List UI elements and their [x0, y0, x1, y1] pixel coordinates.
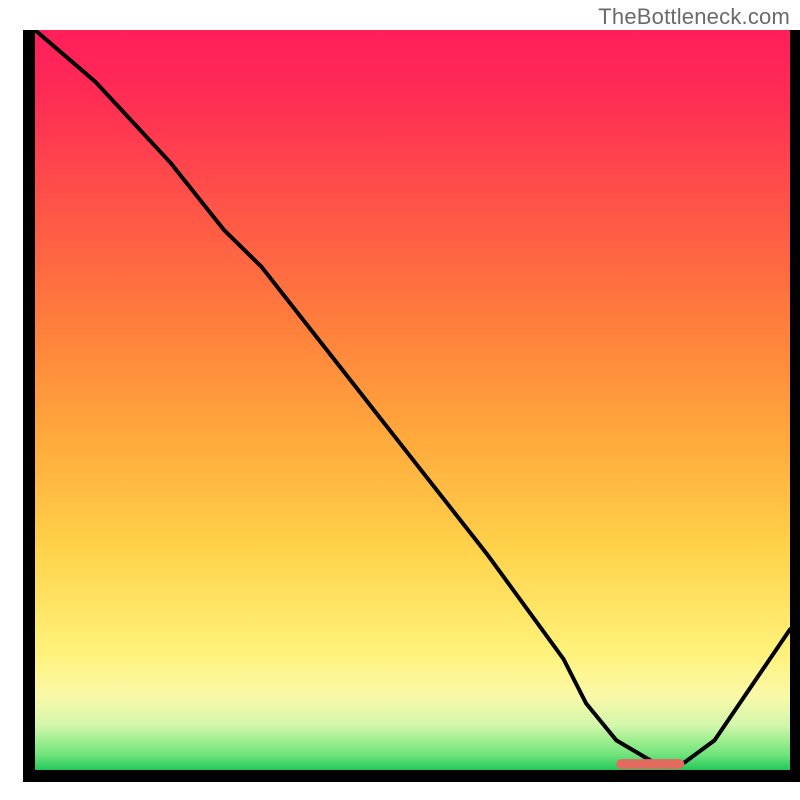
optimal-range-marker	[616, 759, 684, 769]
plot-area	[35, 30, 790, 770]
chart-canvas: TheBottleneck.com	[0, 0, 800, 800]
axis-frame-left	[23, 30, 35, 782]
watermark-text: TheBottleneck.com	[598, 4, 790, 30]
axis-frame-bottom	[23, 770, 800, 782]
axis-frame-right	[790, 30, 800, 782]
